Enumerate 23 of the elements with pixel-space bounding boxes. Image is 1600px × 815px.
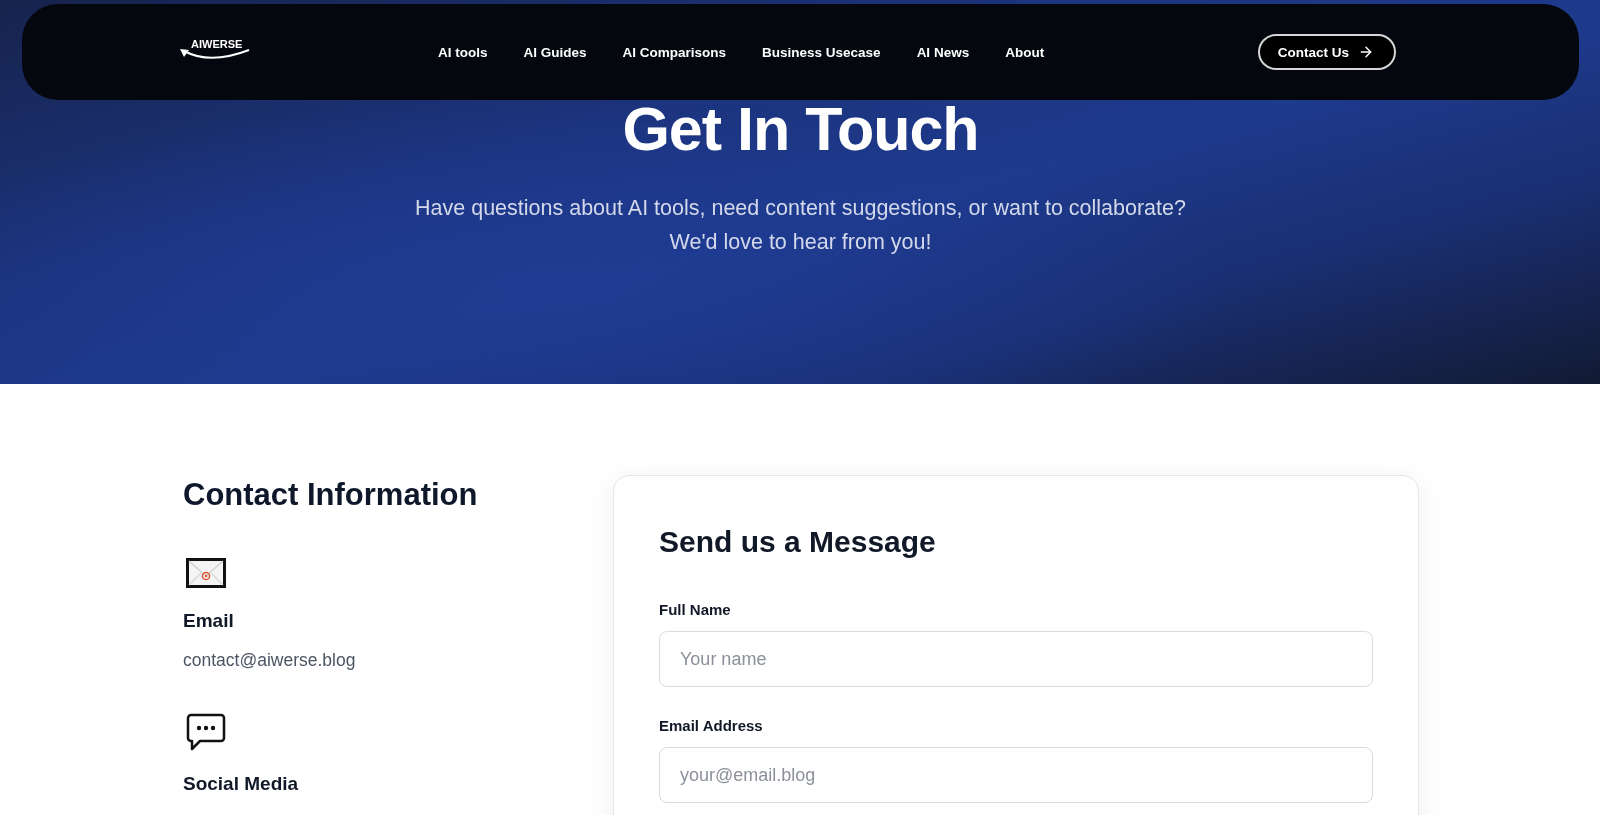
swoosh-arrow-icon	[180, 49, 250, 61]
nav-link[interactable]: AI News	[916, 44, 970, 60]
field-label: Full Name	[659, 600, 732, 620]
hero-subtitle: Have questions about AI tools, need content suggestions, or want to collaborate? We'd love to hear from you!	[415, 195, 1186, 256]
contact-us-button[interactable]: Contact Us	[1257, 34, 1396, 70]
text-field[interactable]: Your name	[659, 631, 1373, 687]
envelope-icon	[186, 558, 226, 588]
arrow-right-icon	[1358, 44, 1374, 60]
text-field[interactable]: your@email.blog	[659, 747, 1373, 803]
nav-link[interactable]: Business Usecase	[762, 44, 881, 60]
nav-link[interactable]: AI tools	[438, 44, 488, 60]
section-title: Contact Information	[183, 476, 479, 514]
nav-link[interactable]: About	[1005, 44, 1045, 60]
logo-link[interactable]: AIWERSE	[180, 39, 252, 61]
info-value: contact@aiwerse.blog	[183, 649, 356, 672]
form-title: Send us a Message	[659, 524, 937, 560]
info-label: Email	[183, 609, 234, 633]
hero-title: Get In Touch	[622, 96, 979, 162]
info-label: Social Media	[183, 772, 299, 796]
field-label: Email Address	[659, 716, 764, 736]
nav-link[interactable]: AI Comparisons	[622, 44, 727, 60]
chat-bubble-icon	[186, 713, 226, 751]
nav-link[interactable]: AI Guides	[523, 44, 587, 60]
